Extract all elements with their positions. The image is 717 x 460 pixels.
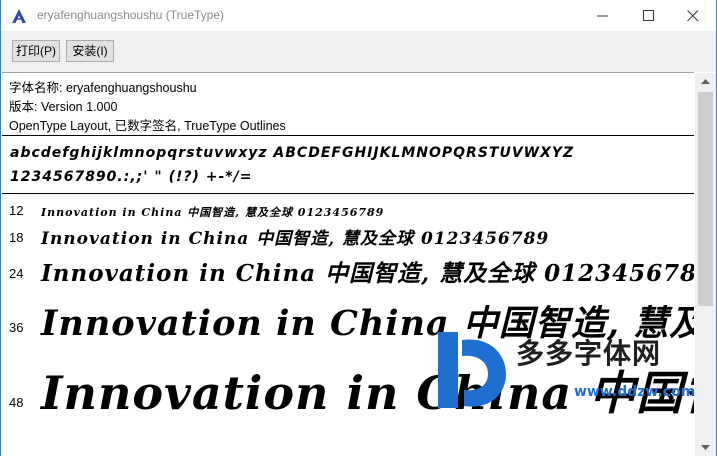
- toolbar: 打印(P) 安装(I): [1, 31, 716, 72]
- scroll-down-button[interactable]: [695, 439, 716, 456]
- watermark-logo-icon: [438, 332, 506, 408]
- title-bar[interactable]: eryafenghuangshoushu (TrueType): [1, 0, 716, 31]
- maximize-button[interactable]: [626, 0, 672, 31]
- minimize-icon: [597, 15, 608, 17]
- sample-text-24: Innovation in China 中国智造, 慧及全球 012345678…: [41, 260, 694, 287]
- window-title: eryafenghuangshoushu (TrueType): [37, 8, 225, 22]
- close-icon: [687, 10, 699, 22]
- scroll-down-icon: [701, 445, 710, 450]
- close-button[interactable]: [670, 0, 716, 31]
- size-label-36: 36: [9, 320, 24, 335]
- size-label-48: 48: [9, 395, 24, 410]
- site-watermark: 多多字体网 www.ddzw.com: [434, 326, 696, 416]
- vertical-scrollbar[interactable]: [695, 73, 716, 456]
- scroll-up-button[interactable]: [695, 73, 716, 90]
- sample-text-12: Innovation in China 中国智造, 慧及全球 012345678…: [41, 206, 385, 219]
- font-app-icon: [12, 9, 26, 23]
- divider: [2, 135, 694, 136]
- font-name-line: 字体名称: eryafenghuangshoushu: [9, 81, 197, 95]
- minimize-button[interactable]: [580, 0, 626, 31]
- charset-line-symbols: 1234567890.:,;' " (!?) +-*/=: [10, 169, 253, 185]
- print-button[interactable]: 打印(P): [12, 40, 60, 62]
- maximize-icon: [643, 10, 654, 21]
- size-label-24: 24: [9, 266, 24, 281]
- font-version-line: 版本: Version 1.000: [9, 100, 118, 114]
- font-viewer-window: eryafenghuangshoushu (TrueType) 打印(P) 安装…: [0, 0, 717, 457]
- font-features-line: OpenType Layout, 已数字签名, TrueType Outline…: [9, 119, 286, 133]
- scroll-thumb[interactable]: [698, 92, 713, 306]
- sample-text-18: Innovation in China 中国智造, 慧及全球 012345678…: [41, 229, 550, 249]
- scroll-up-icon: [701, 79, 710, 84]
- watermark-url: www.ddzw.com: [574, 384, 696, 400]
- install-button[interactable]: 安装(I): [66, 40, 114, 62]
- divider: [2, 193, 694, 194]
- watermark-site-name: 多多字体网: [516, 337, 662, 370]
- size-label-12: 12: [9, 203, 24, 218]
- size-label-18: 18: [9, 230, 24, 245]
- charset-line-letters: abcdefghijklmnopqrstuvwxyz ABCDEFGHIJKLM…: [10, 145, 575, 161]
